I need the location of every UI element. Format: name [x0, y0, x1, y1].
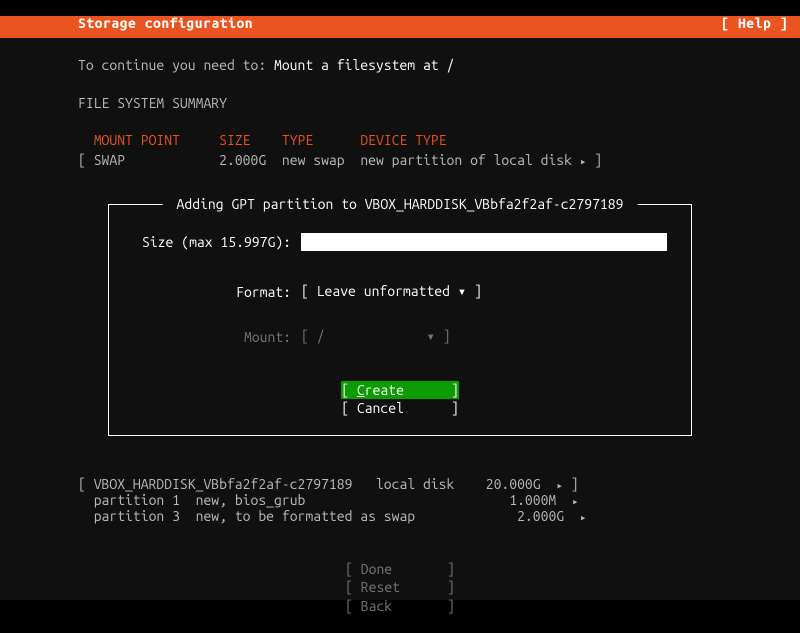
help-button[interactable]: [ Help ]: [721, 15, 788, 31]
device-row[interactable]: partition 1 new, bios_grub 1.000M ▸: [78, 492, 579, 508]
device-list: [ VBOX_HARDDISK_VBbfa2f2af-c2797189 loca…: [78, 460, 586, 540]
size-input[interactable]: [301, 233, 667, 251]
create-button[interactable]: [ Create ]: [341, 381, 459, 399]
device-row[interactable]: [ VBOX_HARDDISK_VBbfa2f2af-c2797189 loca…: [78, 476, 579, 492]
done-button: [ Done ]: [345, 561, 455, 577]
arrow-right-icon: ▸: [580, 512, 587, 524]
dialog-title: Adding GPT partition to VBOX_HARDDISK_VB…: [163, 196, 638, 212]
add-partition-dialog: Adding GPT partition to VBOX_HARDDISK_VB…: [108, 204, 692, 436]
summary-heading: FILE SYSTEM SUMMARY: [78, 94, 722, 114]
device-row[interactable]: partition 3 new, to be formatted as swap…: [78, 508, 586, 524]
format-label: Format:: [131, 284, 291, 300]
summary-header-row: MOUNT POINT SIZE TYPE DEVICE TYPE: [78, 131, 722, 151]
size-label: Size (max 15.997G):: [131, 234, 291, 250]
mount-label: Mount:: [131, 329, 291, 345]
instruction-line: To continue you need to: Mount a filesys…: [78, 56, 722, 76]
page-title: Storage configuration: [78, 15, 253, 31]
nav-buttons: [ Done ] [ Reset ] [ Back ]: [0, 542, 800, 633]
summary-row[interactable]: [ SWAP 2.000G new swap new partition of …: [78, 151, 722, 171]
format-dropdown[interactable]: [ Leave unformatted ▾ ]: [301, 283, 482, 300]
reset-button: [ Reset ]: [345, 579, 455, 595]
arrow-right-icon: ▸: [556, 480, 563, 492]
mount-dropdown: [ / ▾ ]: [301, 328, 451, 345]
arrow-right-icon: ▸: [572, 496, 579, 508]
cancel-button[interactable]: [ Cancel ]: [341, 399, 459, 417]
